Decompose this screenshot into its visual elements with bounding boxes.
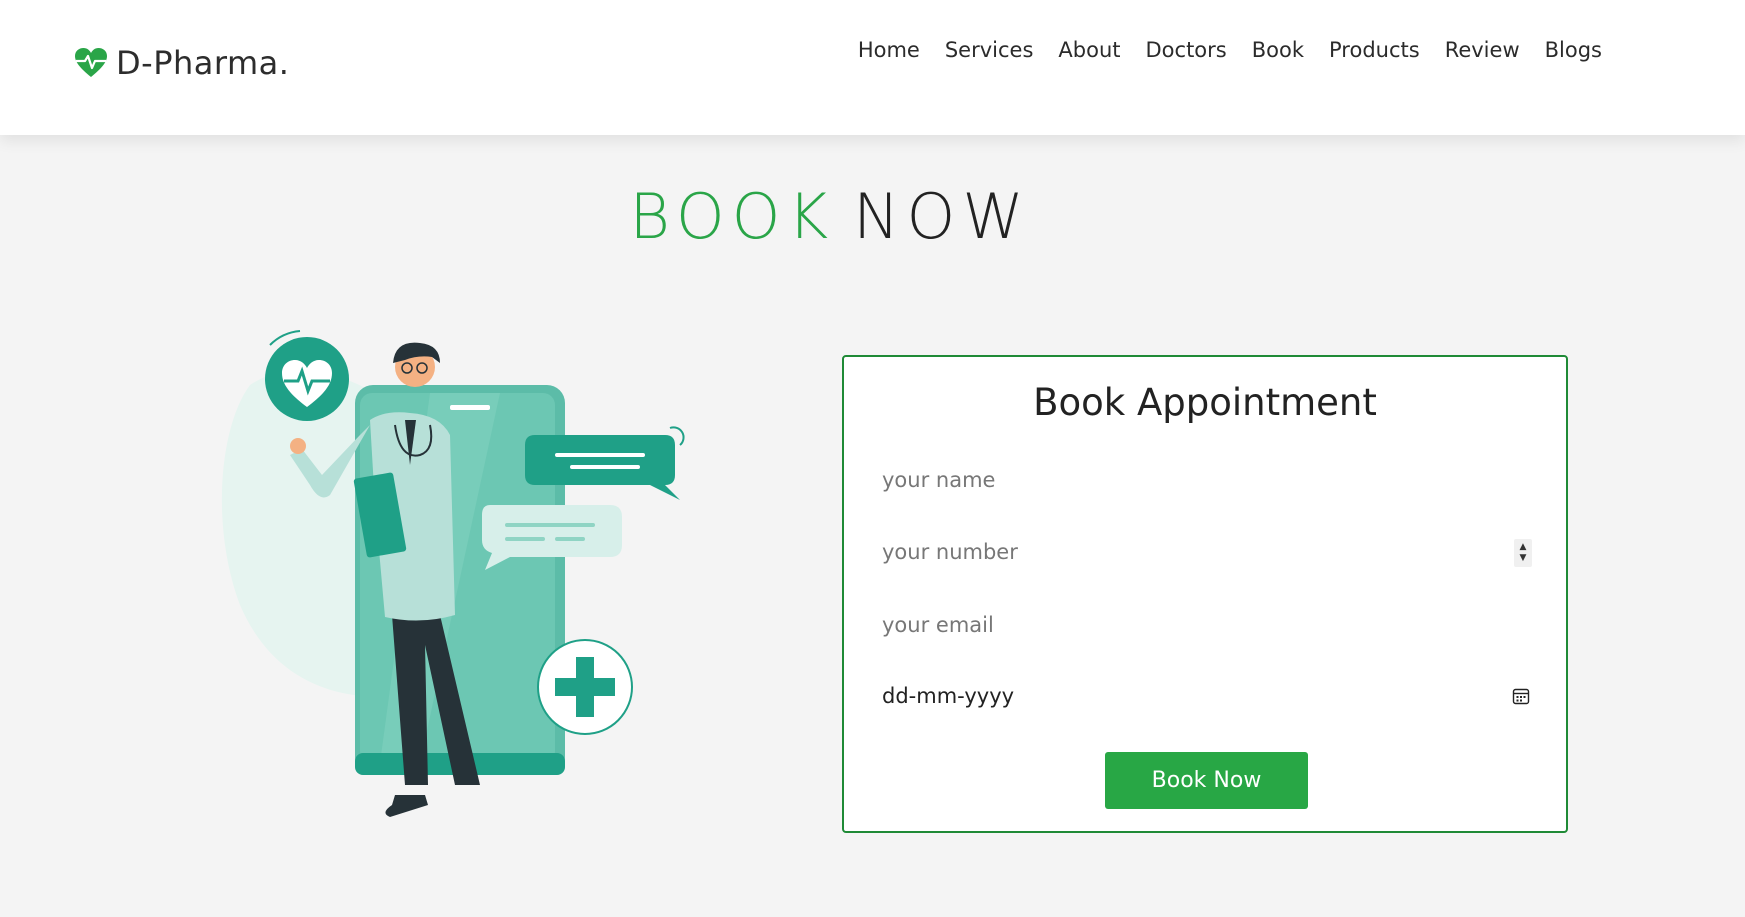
date-input[interactable]: dd-mm-yyyy (882, 684, 1014, 708)
name-field (882, 457, 1532, 503)
nav-about[interactable]: About (1058, 38, 1120, 62)
email-field (882, 602, 1532, 648)
appointment-form: Book Appointment ▲ ▼ dd-mm-yyyy Book Now (842, 355, 1568, 833)
nav-doctors[interactable]: Doctors (1146, 38, 1227, 62)
heart-pulse-icon (75, 48, 107, 77)
nav-menu: Home Services About Doctors Book Product… (858, 38, 1602, 62)
doctor-phone-illustration (221, 330, 685, 817)
phone-speaker (450, 405, 490, 410)
nav-review[interactable]: Review (1445, 38, 1520, 62)
book-now-button[interactable]: Book Now (1105, 752, 1308, 809)
name-input[interactable] (882, 468, 1442, 492)
nav-blogs[interactable]: Blogs (1545, 38, 1602, 62)
navbar: D-Pharma. Home Services About Doctors Bo… (0, 0, 1745, 135)
date-field[interactable]: dd-mm-yyyy (882, 673, 1532, 719)
number-input[interactable] (882, 540, 1442, 564)
number-field: ▲ ▼ (882, 529, 1532, 575)
heading-green-part: BOOK (629, 179, 836, 253)
form-title: Book Appointment (1033, 381, 1377, 424)
number-stepper[interactable]: ▲ ▼ (1514, 539, 1532, 567)
nav-book[interactable]: Book (1252, 38, 1304, 62)
brand-logo[interactable]: D-Pharma. (74, 44, 289, 82)
nav-services[interactable]: Services (945, 38, 1034, 62)
chevron-up-icon[interactable]: ▲ (1520, 542, 1527, 553)
nav-products[interactable]: Products (1329, 38, 1420, 62)
doctor-shoe (385, 795, 428, 817)
email-input[interactable] (882, 613, 1442, 637)
chevron-down-icon[interactable]: ▼ (1520, 553, 1527, 564)
heading-dark-part: NOW (853, 179, 1031, 253)
brand-name: D-Pharma. (116, 44, 290, 82)
section-heading: BOOK NOW (0, 180, 1660, 253)
nav-home[interactable]: Home (858, 38, 920, 62)
calendar-icon[interactable] (1512, 687, 1530, 705)
